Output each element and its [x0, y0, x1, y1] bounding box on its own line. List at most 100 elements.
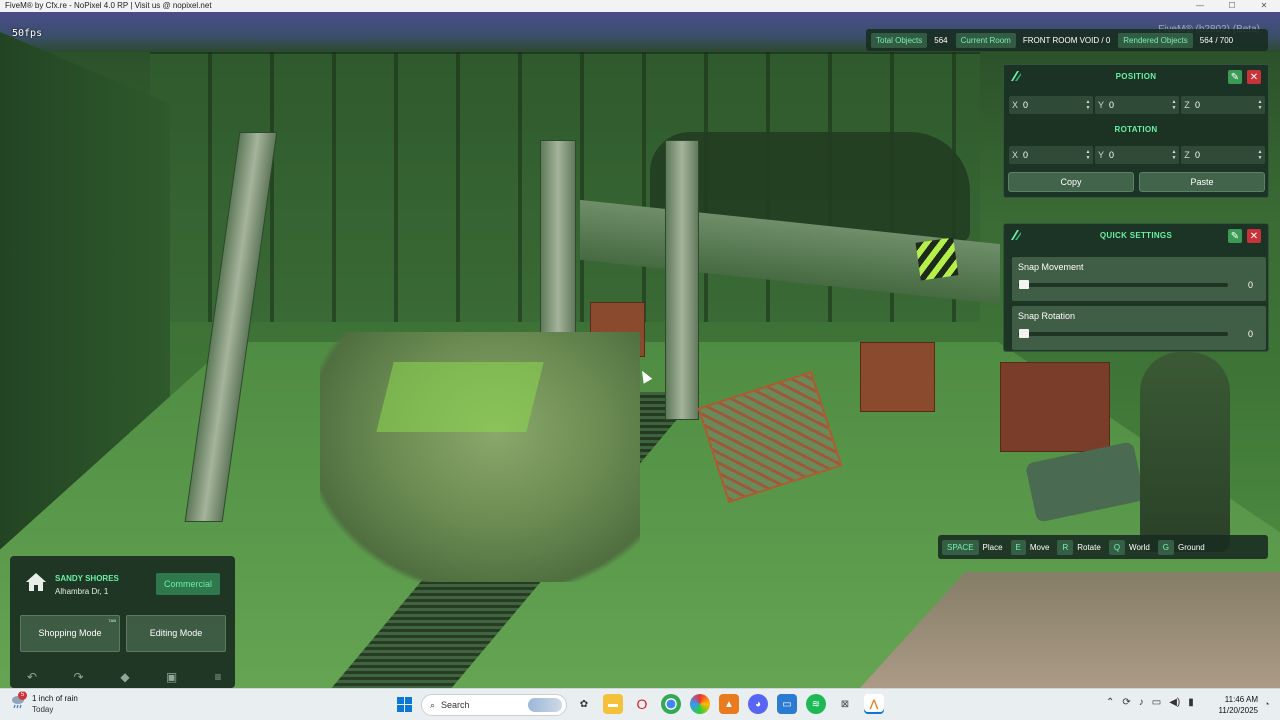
- axis-value[interactable]: 0: [1021, 150, 1083, 160]
- weather-summary: 1 inch of rain: [32, 694, 78, 703]
- spinner-icon[interactable]: ▲ ▼: [1255, 149, 1265, 161]
- taskbar-search[interactable]: ⌕ Search: [421, 694, 567, 716]
- spinner-icon[interactable]: ▲ ▼: [1083, 99, 1093, 111]
- chevron-up-icon[interactable]: ⌃: [1106, 697, 1114, 708]
- key-q: Q: [1108, 539, 1126, 555]
- shopping-mode-button[interactable]: Shopping Mode TAB: [20, 615, 120, 652]
- save-icon[interactable]: ▣: [165, 670, 179, 684]
- position-inputs: X 0 ▲ ▼ Y 0 ▲ ▼ Z 0 ▲ ▼: [1009, 96, 1265, 114]
- copy-button[interactable]: Copy: [1008, 172, 1134, 192]
- axis-value[interactable]: 0: [1107, 100, 1169, 110]
- window-title: FiveM® by Cfx.re - NoPixel 4.0 RP | Visi…: [5, 1, 212, 10]
- key-r: R: [1057, 539, 1074, 555]
- position-z-input[interactable]: Z 0 ▲ ▼: [1181, 96, 1265, 114]
- spinner-icon[interactable]: ▲ ▼: [1169, 99, 1179, 111]
- discord-icon[interactable]: ◕: [748, 694, 768, 714]
- weather-widget[interactable]: 5 1 inch of rain Today: [10, 691, 78, 715]
- rotation-x-input[interactable]: X 0 ▲ ▼: [1009, 146, 1093, 164]
- maximize-button[interactable]: ☐: [1216, 0, 1248, 12]
- start-icon-quad: [405, 697, 412, 704]
- property-name: SANDY SHORES: [55, 574, 119, 583]
- search-highlight-image: [528, 698, 562, 712]
- spinner-icon[interactable]: ▲ ▼: [1083, 149, 1093, 161]
- lift-pillar: [665, 140, 699, 420]
- fps-counter: 50fps: [12, 28, 43, 39]
- slider-track[interactable]: [1018, 332, 1228, 336]
- action-rotate: Rotate: [1077, 542, 1101, 552]
- position-x-input[interactable]: X 0 ▲ ▼: [1009, 96, 1093, 114]
- clock-date: 11/20/2025: [1218, 706, 1258, 715]
- taskbar-clock[interactable]: 11:46 AM 11/20/2025: [1206, 694, 1258, 716]
- setting-value: 0: [1247, 329, 1253, 339]
- quick-settings-header[interactable]: QUICK SETTINGS ✎ ✕: [1004, 224, 1268, 248]
- volume-icon[interactable]: ◀): [1169, 697, 1180, 708]
- rotation-y-input[interactable]: Y 0 ▲ ▼: [1095, 146, 1179, 164]
- keybind-hints: SPACE Place E Move R Rotate Q World G Gr…: [938, 535, 1268, 559]
- close-window-button[interactable]: ✕: [1248, 0, 1280, 12]
- position-panel-header[interactable]: POSITION ✎ ✕: [1004, 65, 1268, 89]
- close-icon[interactable]: ✕: [1247, 229, 1261, 243]
- edit-icon[interactable]: ✎: [1228, 229, 1242, 243]
- chatgpt-icon[interactable]: ✿: [574, 694, 594, 714]
- slider-track[interactable]: [1018, 283, 1228, 287]
- snap-rotation-setting: Snap Rotation 0: [1012, 306, 1266, 350]
- action-place: Place: [982, 542, 1003, 552]
- paste-button[interactable]: Paste: [1139, 172, 1265, 192]
- app-triangle-icon[interactable]: ▲: [719, 694, 739, 714]
- close-icon[interactable]: ✕: [1247, 70, 1261, 84]
- rotation-z-input[interactable]: Z 0 ▲ ▼: [1181, 146, 1265, 164]
- axis-value[interactable]: 0: [1193, 100, 1255, 110]
- notification-bell-icon[interactable]: ◔: [1264, 699, 1274, 709]
- opera-icon[interactable]: O: [632, 694, 652, 714]
- spinner-icon[interactable]: ▲ ▼: [1169, 149, 1179, 161]
- position-y-input[interactable]: Y 0 ▲ ▼: [1095, 96, 1179, 114]
- action-move: Move: [1029, 542, 1050, 552]
- file-explorer-icon[interactable]: ▬: [603, 694, 623, 714]
- start-icon-quad: [405, 705, 412, 712]
- axis-value[interactable]: 0: [1021, 100, 1083, 110]
- axis-label: Z: [1184, 100, 1190, 110]
- player-character: [1140, 352, 1230, 552]
- hazard-stripe-sign: [915, 237, 959, 281]
- axis-label: Y: [1097, 100, 1104, 110]
- fivem-app-icon[interactable]: ⋀: [864, 694, 884, 714]
- editing-mode-button[interactable]: Editing Mode: [126, 615, 226, 652]
- snap-movement-setting: Snap Movement 0: [1012, 257, 1266, 301]
- chrome-icon[interactable]: [661, 694, 681, 714]
- key-g: G: [1157, 539, 1175, 555]
- system-tray: ⌃ ⟳ ♪ ▭ ◀) ▮: [1106, 697, 1194, 708]
- photos-icon[interactable]: [690, 694, 710, 714]
- rendered-objects-value: 564 / 700: [1199, 35, 1234, 45]
- terminal-icon[interactable]: ⊠: [835, 694, 855, 714]
- current-room-value: FRONT ROOM VOID / 0: [1022, 35, 1111, 45]
- axis-value[interactable]: 0: [1193, 150, 1255, 160]
- property-toolbar: ↶ ↷ ◆ ▣ ≡: [25, 670, 225, 688]
- battery-icon[interactable]: ▮: [1188, 697, 1194, 708]
- property-type-badge[interactable]: Commercial: [156, 573, 220, 595]
- sliders-icon[interactable]: ≡: [211, 670, 225, 684]
- windows-start-button[interactable]: [397, 697, 412, 712]
- weather-day: Today: [32, 705, 54, 714]
- property-address: Alhambra Dr, 1: [55, 587, 109, 596]
- key-space: SPACE: [942, 539, 979, 555]
- axis-label: Z: [1184, 150, 1190, 160]
- sync-icon[interactable]: ⟳: [1122, 697, 1130, 708]
- slider-thumb[interactable]: [1019, 280, 1029, 289]
- minimize-button[interactable]: —: [1184, 0, 1216, 12]
- spotify-icon[interactable]: ≋: [806, 694, 826, 714]
- setting-label: Snap Rotation: [1018, 311, 1076, 321]
- redo-icon[interactable]: ↷: [72, 670, 86, 684]
- setting-value: 0: [1247, 280, 1253, 290]
- axis-value[interactable]: 0: [1107, 150, 1169, 160]
- eraser-icon[interactable]: ◆: [118, 670, 132, 684]
- undo-icon[interactable]: ↶: [25, 670, 39, 684]
- slider-thumb[interactable]: [1019, 329, 1029, 338]
- total-objects-value: 564: [934, 35, 948, 45]
- setting-label: Snap Movement: [1018, 262, 1084, 272]
- microphone-icon[interactable]: ♪: [1139, 697, 1144, 708]
- edit-icon[interactable]: ✎: [1228, 70, 1242, 84]
- spinner-icon[interactable]: ▲ ▼: [1255, 99, 1265, 111]
- app-window-icon[interactable]: ▭: [777, 694, 797, 714]
- action-world: World: [1129, 542, 1150, 552]
- display-icon[interactable]: ▭: [1152, 697, 1161, 708]
